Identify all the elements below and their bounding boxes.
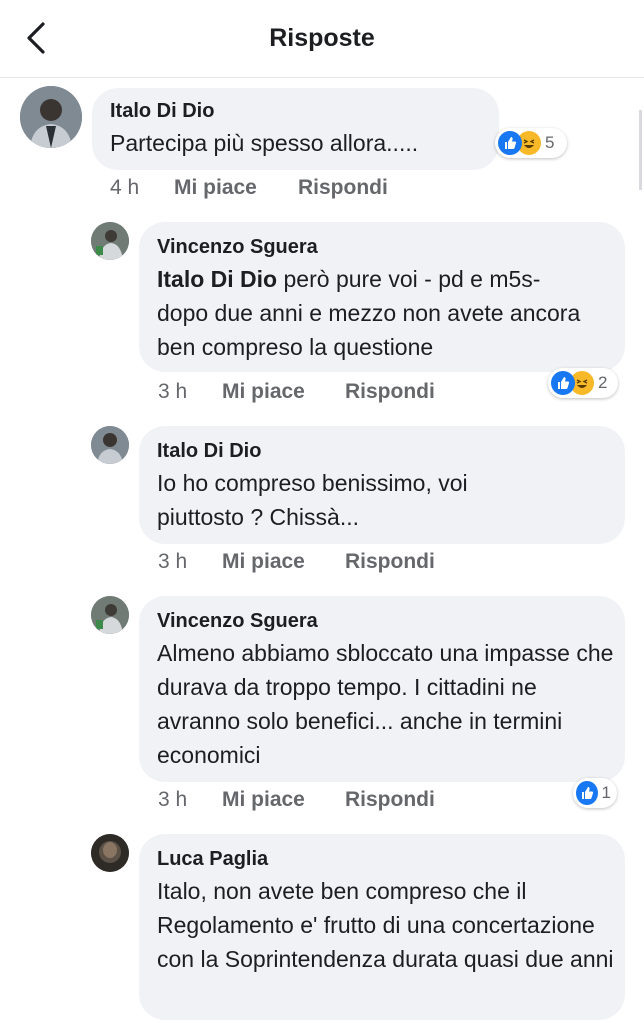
comment-author[interactable]: Italo Di Dio bbox=[157, 438, 607, 464]
mention-link[interactable]: Italo Di Dio bbox=[157, 266, 277, 292]
reaction-summary[interactable]: 1 bbox=[573, 778, 617, 808]
comment-bubble[interactable]: Vincenzo Sguera Almeno abbiamo sbloccato… bbox=[139, 596, 625, 782]
top-bar: Risposte bbox=[0, 0, 644, 78]
comment-time[interactable]: 3 h bbox=[158, 788, 222, 812]
comment-text-part: dopo due anni e mezzo non avete ancora b… bbox=[157, 300, 581, 360]
avatar[interactable] bbox=[91, 596, 129, 634]
comment-text-part: però pure voi - pd e m5s- bbox=[277, 266, 541, 292]
comment-time[interactable]: 3 h bbox=[158, 380, 222, 404]
comment-bubble[interactable]: Italo Di Dio Io ho compreso benissimo, v… bbox=[139, 426, 625, 544]
comment-bubble[interactable]: Italo Di Dio Partecipa più spesso allora… bbox=[92, 88, 499, 170]
comment-actions: 3 h Mi piace Rispondi bbox=[158, 788, 435, 812]
reply-button[interactable]: Rispondi bbox=[345, 380, 435, 404]
comment-text: Italo, non avete ben compreso che il Reg… bbox=[157, 878, 614, 972]
comment-bubble[interactable]: Vincenzo Sguera Italo Di Dio però pure v… bbox=[139, 222, 625, 372]
comment-time[interactable]: 4 h bbox=[110, 176, 174, 200]
comment-author[interactable]: Italo Di Dio bbox=[110, 98, 481, 124]
comment-actions: 3 h Mi piace Rispondi bbox=[158, 380, 435, 404]
like-button[interactable]: Mi piace bbox=[222, 380, 345, 404]
like-reaction-icon bbox=[551, 371, 575, 395]
comment-text: Io ho compreso benissimo, voi piuttosto … bbox=[157, 470, 468, 530]
comment-actions: 4 h Mi piace Rispondi bbox=[110, 176, 388, 200]
comment-time[interactable]: 3 h bbox=[158, 550, 222, 574]
reaction-summary[interactable]: 5 bbox=[495, 128, 567, 158]
reply-button[interactable]: Rispondi bbox=[345, 788, 435, 812]
reply-button[interactable]: Rispondi bbox=[298, 176, 388, 200]
comment-actions: 3 h Mi piace Rispondi bbox=[158, 550, 435, 574]
like-button[interactable]: Mi piace bbox=[174, 176, 298, 200]
comment-author[interactable]: Luca Paglia bbox=[157, 846, 607, 872]
reaction-count: 5 bbox=[545, 133, 555, 152]
comment-bubble[interactable]: Luca Paglia Italo, non avete ben compres… bbox=[139, 834, 625, 1020]
scrollbar[interactable] bbox=[639, 110, 642, 190]
page-title: Risposte bbox=[269, 24, 375, 52]
reaction-count: 2 bbox=[598, 373, 608, 392]
avatar[interactable] bbox=[91, 834, 129, 872]
comment-text: Almeno abbiamo sbloccato una impasse che… bbox=[157, 640, 614, 768]
reaction-summary[interactable]: 2 bbox=[548, 368, 618, 398]
like-reaction-icon bbox=[498, 131, 522, 155]
avatar[interactable] bbox=[91, 222, 129, 260]
comment-text: Italo Di Dio però pure voi - pd e m5s-do… bbox=[157, 262, 607, 364]
like-reaction-icon bbox=[576, 781, 598, 805]
reaction-count: 1 bbox=[601, 783, 611, 802]
reply-button[interactable]: Rispondi bbox=[345, 550, 435, 574]
avatar[interactable] bbox=[20, 86, 82, 148]
like-button[interactable]: Mi piace bbox=[222, 788, 345, 812]
comment-author[interactable]: Vincenzo Sguera bbox=[157, 608, 607, 634]
avatar[interactable] bbox=[91, 426, 129, 464]
comment-text: Partecipa più spesso allora..... bbox=[110, 130, 419, 156]
like-button[interactable]: Mi piace bbox=[222, 550, 345, 574]
comment-author[interactable]: Vincenzo Sguera bbox=[157, 234, 607, 260]
